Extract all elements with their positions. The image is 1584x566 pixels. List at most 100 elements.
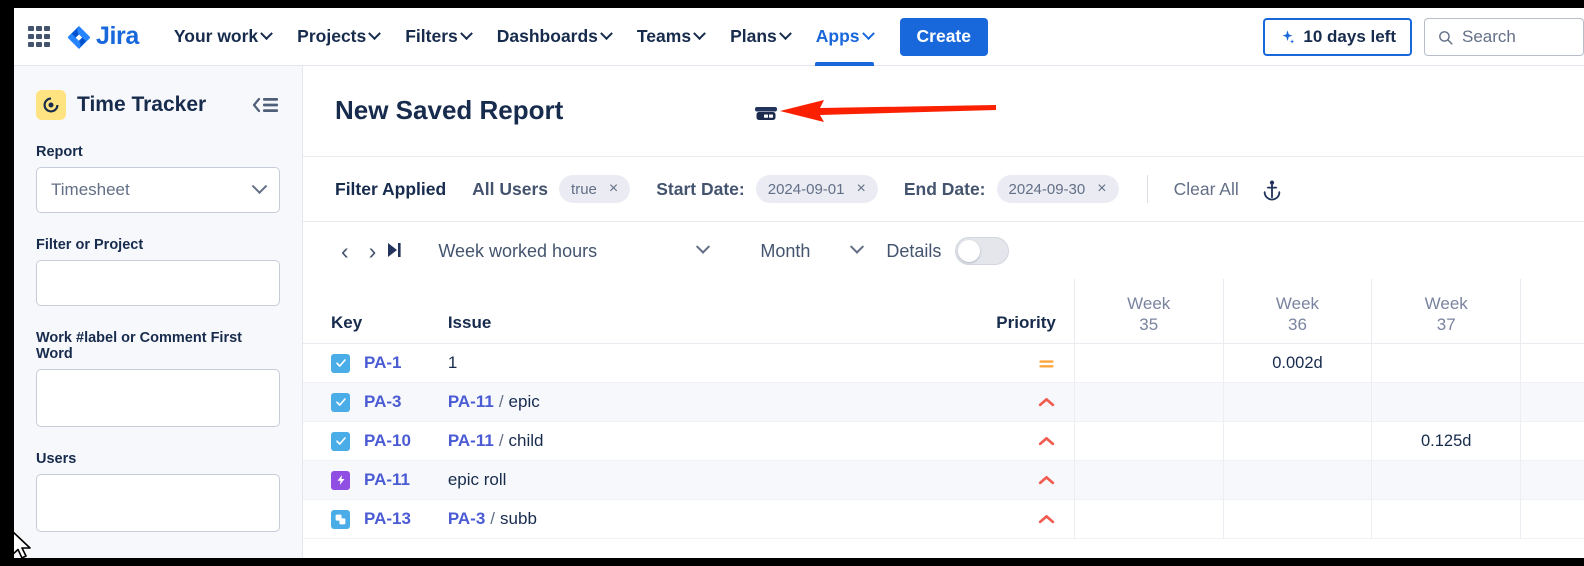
- row-week-36-cell: [1223, 500, 1372, 539]
- close-icon[interactable]: ×: [609, 181, 618, 197]
- nav-label: Filters: [405, 26, 458, 47]
- column-header-key: Key: [331, 313, 448, 343]
- check-glyph: [335, 357, 347, 369]
- table-row[interactable]: PA-11 epic roll: [303, 461, 1584, 500]
- anchor-icon[interactable]: [1261, 177, 1283, 201]
- week-37-label: Week37: [1425, 293, 1468, 344]
- parent-issue-link[interactable]: PA-3: [448, 509, 485, 529]
- week-36-label: Week36: [1276, 293, 1319, 344]
- jira-logo[interactable]: Jira: [66, 22, 139, 51]
- table-header-row: Key Issue Priority Week35 Week36: [303, 280, 1584, 344]
- row-week-36-cell: [1223, 422, 1372, 461]
- field-users: Users: [36, 451, 280, 532]
- metric-select-value: Week worked hours: [438, 241, 597, 262]
- work-label-input[interactable]: [36, 369, 280, 427]
- time-tracker-sidebar: Time Tracker Report Timesheet Filter or …: [14, 66, 303, 558]
- issue-summary: child: [509, 431, 544, 451]
- chevron-down-icon: [850, 240, 864, 254]
- table-row[interactable]: PA-1 1 0.002d: [303, 344, 1584, 383]
- page-title: New Saved Report: [335, 95, 563, 126]
- next-period-button[interactable]: ›: [359, 240, 387, 263]
- issue-key-link[interactable]: PA-1: [364, 353, 401, 373]
- chevron-down-icon: [260, 27, 273, 40]
- row-priority-cell: [942, 432, 1074, 451]
- task-type-icon: [331, 393, 350, 412]
- nav-right-cluster: 10 days left Search: [1263, 8, 1584, 66]
- sidebar-app-title: Time Tracker: [77, 93, 206, 117]
- row-week-overflow-cell: [1520, 500, 1584, 539]
- chevron-down-icon: [779, 27, 792, 40]
- issue-separator: /: [499, 431, 504, 451]
- nav-item-teams[interactable]: Teams: [624, 8, 717, 66]
- priority-medium-icon: [1037, 354, 1056, 373]
- close-icon[interactable]: ×: [1097, 181, 1106, 197]
- sparkle-icon: [1279, 29, 1296, 46]
- grid-apps-icon[interactable]: [24, 22, 54, 52]
- table-row[interactable]: PA-10 PA-11 / child 0.125d: [303, 422, 1584, 461]
- field-work-label: Work #label or Comment First Word: [36, 330, 280, 427]
- row-key-cell: PA-10: [303, 431, 448, 451]
- issue-key-link[interactable]: PA-11: [364, 470, 410, 490]
- issue-key-link[interactable]: PA-13: [364, 509, 411, 529]
- table-row[interactable]: PA-13 PA-3 / subb: [303, 500, 1584, 539]
- row-priority-cell: [942, 510, 1074, 529]
- nav-item-filters[interactable]: Filters: [392, 8, 484, 66]
- create-button[interactable]: Create: [900, 18, 988, 56]
- row-week-overflow-cell: [1520, 422, 1584, 461]
- report-type-select[interactable]: Timesheet: [36, 167, 280, 213]
- nav-label: Projects: [297, 26, 366, 47]
- priority-high-icon: [1037, 393, 1056, 412]
- row-issue-cell: epic roll: [448, 470, 942, 490]
- details-toggle[interactable]: [955, 237, 1009, 265]
- filter-chip-end-date[interactable]: 2024-09-30 ×: [997, 175, 1119, 203]
- toggle-knob: [958, 240, 980, 262]
- row-key-cell: PA-3: [303, 392, 448, 412]
- timesheet-table: Key Issue Priority Week35 Week36: [303, 280, 1584, 539]
- epic-type-icon: [331, 471, 350, 490]
- table-row[interactable]: PA-3 PA-11 / epic: [303, 383, 1584, 422]
- field-report: Report Timesheet: [36, 144, 280, 213]
- period-select[interactable]: Month: [760, 241, 862, 262]
- issue-key-link[interactable]: PA-3: [364, 392, 401, 412]
- row-issue-cell: PA-11 / epic: [448, 392, 942, 412]
- nav-item-plans[interactable]: Plans: [717, 8, 803, 66]
- parent-issue-link[interactable]: PA-11: [448, 392, 494, 412]
- previous-period-button[interactable]: ‹: [331, 240, 359, 263]
- subtask-glyph: [334, 513, 347, 526]
- mouse-cursor: [14, 529, 36, 558]
- issue-key-link[interactable]: PA-10: [364, 431, 411, 451]
- row-issue-cell: 1: [448, 353, 942, 373]
- nav-label: Apps: [816, 26, 860, 47]
- column-header-week-36: Week36: [1223, 279, 1372, 343]
- task-type-icon: [331, 432, 350, 451]
- filter-key-start-date: Start Date:: [656, 179, 745, 200]
- sidebar-header: Time Tracker: [36, 90, 280, 120]
- search-input[interactable]: Search: [1424, 18, 1584, 56]
- trial-days-left-badge[interactable]: 10 days left: [1263, 18, 1412, 56]
- row-week-36-cell: [1223, 383, 1372, 422]
- field-label-users: Users: [36, 451, 280, 467]
- nav-item-dashboards[interactable]: Dashboards: [484, 8, 624, 66]
- issue-separator: /: [499, 392, 504, 412]
- last-period-button[interactable]: [386, 240, 412, 263]
- clear-all-button[interactable]: Clear All: [1174, 179, 1239, 200]
- row-priority-cell: [942, 354, 1074, 373]
- issue-summary: epic: [509, 392, 540, 412]
- issue-summary: epic roll: [448, 470, 507, 490]
- metric-select[interactable]: Week worked hours: [438, 241, 708, 262]
- nav-item-apps[interactable]: Apps: [803, 8, 886, 66]
- filter-chip-start-date[interactable]: 2024-09-01 ×: [756, 175, 878, 203]
- filter-chip-all-users[interactable]: true ×: [559, 175, 630, 203]
- nav-item-projects[interactable]: Projects: [284, 8, 392, 66]
- row-week-36-cell: [1223, 461, 1372, 500]
- nav-item-your-work[interactable]: Your work: [161, 8, 284, 66]
- users-input[interactable]: [36, 474, 280, 532]
- collapse-sidebar-icon[interactable]: [250, 93, 280, 117]
- save-report-icon[interactable]: [751, 102, 781, 131]
- filter-applied-label: Filter Applied: [335, 179, 446, 200]
- filter-or-project-input[interactable]: [36, 260, 280, 306]
- parent-issue-link[interactable]: PA-11: [448, 431, 494, 451]
- row-week-37-cell: [1371, 344, 1520, 383]
- close-icon[interactable]: ×: [856, 181, 865, 197]
- jira-wordmark: Jira: [96, 22, 139, 51]
